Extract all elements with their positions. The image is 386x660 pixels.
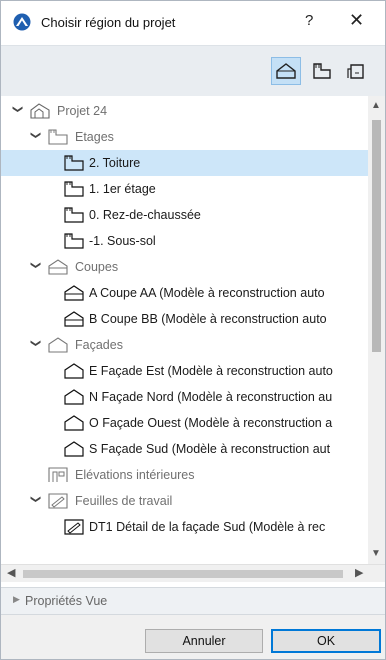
elevation-icon [48, 337, 68, 353]
tree-item-section-a[interactable]: A Coupe AA (Modèle à reconstruction auto [1, 280, 368, 306]
tree-item-label: 0. Rez-de-chaussée [89, 208, 201, 222]
house-icon [276, 63, 296, 79]
tree-item-label: Elévations intérieures [75, 468, 195, 482]
tree-item-section-b[interactable]: B Coupe BB (Modèle à reconstruction auto [1, 306, 368, 332]
chevron-down-icon[interactable]: ❯ [29, 131, 41, 143]
tree-item-label: Coupes [75, 260, 119, 274]
tree-item-elevation-s[interactable]: S Façade Sud (Modèle à reconstruction au… [1, 436, 368, 462]
project-icon [30, 103, 50, 119]
story-icon [64, 181, 84, 197]
horizontal-scrollbar[interactable]: ◀ ▶ [1, 564, 385, 582]
elevation-icon [64, 441, 84, 457]
elevation-icon [64, 389, 84, 405]
chevron-down-icon[interactable]: ❯ [29, 495, 41, 507]
chevron-down-icon[interactable]: ❯ [11, 105, 23, 117]
chevron-down-icon[interactable]: ❯ [29, 261, 41, 273]
scroll-left-icon[interactable]: ◀ [7, 566, 15, 579]
story-icon [64, 155, 84, 171]
story-icon [64, 207, 84, 223]
tree-item-elevation-n[interactable]: N Façade Nord (Modèle à reconstruction a… [1, 384, 368, 410]
publisher-button[interactable] [342, 57, 372, 85]
tree-item-elevations[interactable]: ❯ Façades [1, 332, 368, 358]
worksheet-icon [64, 519, 84, 535]
vertical-scrollbar[interactable]: ▲ ▼ [368, 96, 385, 564]
cancel-button[interactable]: Annuler [145, 629, 263, 653]
tree-item-story-2[interactable]: 2. Toiture [1, 150, 368, 176]
tree-item-label: Etages [75, 130, 114, 144]
layout-sheet-icon [313, 63, 331, 79]
tree-item-label: Façades [75, 338, 123, 352]
help-button[interactable]: ? [305, 12, 313, 29]
close-button[interactable]: ✕ [349, 10, 364, 31]
section-icon [48, 259, 68, 275]
tree-item-label: Feuilles de travail [75, 494, 173, 508]
chevron-down-icon[interactable]: ❯ [29, 339, 41, 351]
section-icon [64, 285, 84, 301]
choose-region-dialog: Choisir région du projet ? ✕ ❯ Projet 24… [0, 0, 386, 660]
view-properties-panel[interactable]: ▶ Propriétés Vue [1, 587, 385, 615]
tree-item-sections[interactable]: ❯ Coupes [1, 254, 368, 280]
story-icon [48, 129, 68, 145]
tree-item-elevation-o[interactable]: O Façade Ouest (Modèle à reconstruction … [1, 410, 368, 436]
tree-item-label: 1. 1er étage [89, 182, 156, 196]
tree-item-stories[interactable]: ❯ Etages [1, 124, 368, 150]
scroll-right-icon[interactable]: ▶ [355, 566, 363, 579]
archicad-icon [13, 13, 31, 31]
tree-item-worksheets[interactable]: ❯ Feuilles de travail [1, 488, 368, 514]
horizontal-scroll-thumb[interactable] [23, 570, 343, 578]
worksheet-icon [48, 493, 68, 509]
interior-elevation-icon [48, 467, 68, 482]
tree-item-worksheet-dt1[interactable]: DT1 Détail de la façade Sud (Modèle à re… [1, 514, 368, 540]
tree-item-elevation-e[interactable]: E Façade Est (Modèle à reconstruction au… [1, 358, 368, 384]
tree-item-label: DT1 Détail de la façade Sud (Modèle à re… [89, 520, 326, 534]
elevation-icon [64, 363, 84, 379]
title-bar: Choisir région du projet ? ✕ [1, 1, 385, 45]
expand-triangle-icon[interactable]: ▶ [13, 594, 20, 605]
scroll-down-icon[interactable]: ▼ [371, 548, 381, 559]
layouts-button[interactable] [307, 57, 337, 85]
tree-item-interior-elevations[interactable]: Elévations intérieures [1, 462, 368, 488]
tree-item-label: E Façade Est (Modèle à reconstruction au… [89, 364, 333, 378]
scroll-up-icon[interactable]: ▲ [371, 100, 381, 111]
tree-item-project[interactable]: ❯ Projet 24 [1, 98, 368, 124]
tree-item-story-1[interactable]: 1. 1er étage [1, 176, 368, 202]
tree-item-label: -1. Sous-sol [89, 234, 156, 248]
tree-item-label: O Façade Ouest (Modèle à reconstruction … [89, 416, 333, 430]
tree-item-story-0[interactable]: 0. Rez-de-chaussée [1, 202, 368, 228]
view-type-toolbar [1, 45, 385, 97]
tree-item-label: S Façade Sud (Modèle à reconstruction au… [89, 442, 331, 456]
tree-item-label: N Façade Nord (Modèle à reconstruction a… [89, 390, 333, 404]
tree-item-label: B Coupe BB (Modèle à reconstruction auto [89, 312, 327, 326]
view-properties-label: Propriétés Vue [25, 594, 108, 608]
story-icon [64, 233, 84, 249]
model-view-button[interactable] [271, 57, 301, 85]
publisher-icon [347, 64, 364, 79]
section-icon [64, 311, 84, 327]
vertical-scroll-thumb[interactable] [372, 120, 381, 352]
tree-item-label: 2. Toiture [89, 156, 141, 170]
tree-item-label: A Coupe AA (Modèle à reconstruction auto [89, 286, 325, 300]
project-tree[interactable]: ❯ Projet 24 ❯ Etages 2. Toiture 1. 1er é… [1, 96, 385, 564]
dialog-title: Choisir région du projet [41, 15, 176, 30]
tree-item-story-minus-1[interactable]: -1. Sous-sol [1, 228, 368, 254]
dialog-footer: Annuler OK [1, 615, 385, 659]
ok-button[interactable]: OK [271, 629, 381, 653]
elevation-icon [64, 415, 84, 431]
tree-item-label: Projet 24 [57, 104, 108, 118]
